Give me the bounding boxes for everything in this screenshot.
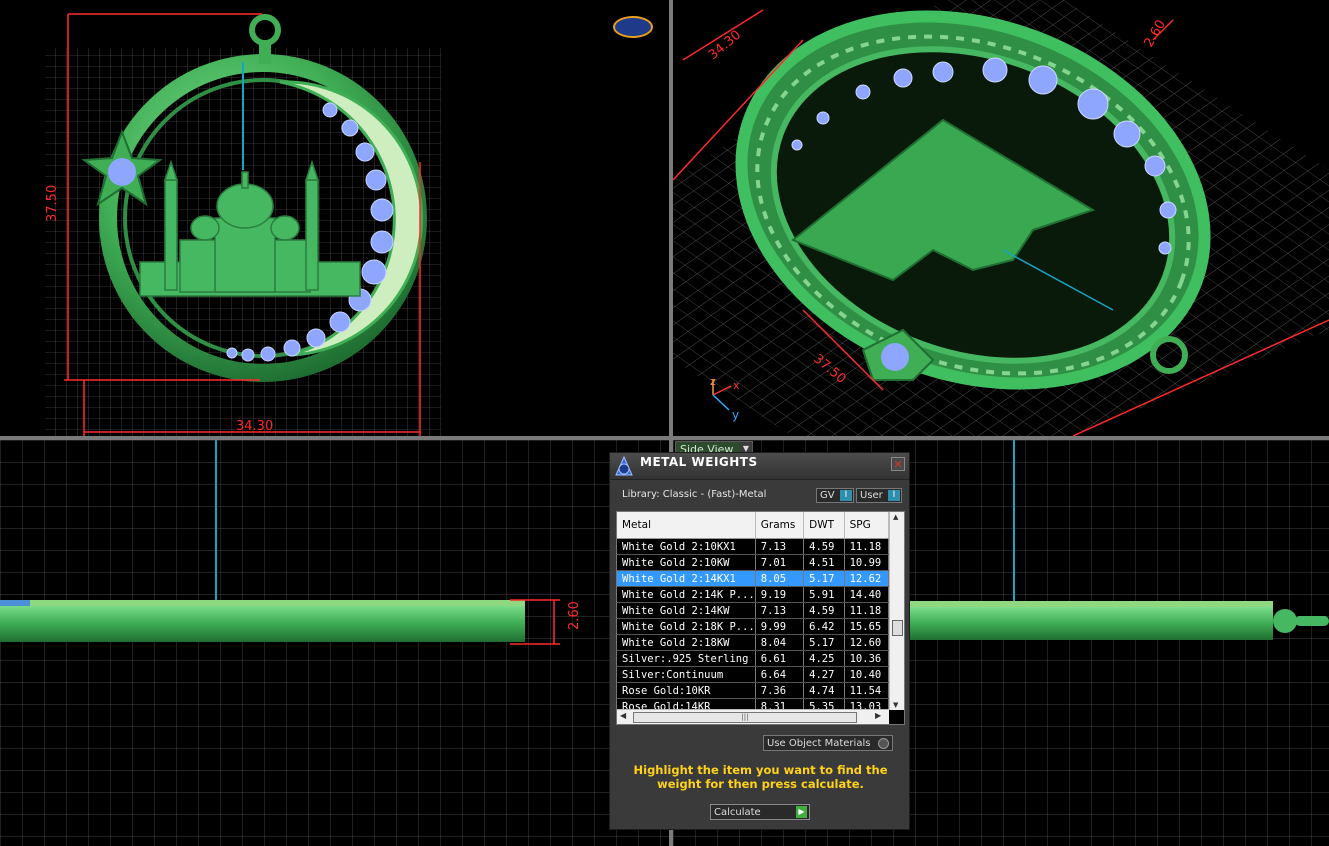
cell-spg: 10.40 (844, 666, 890, 683)
cell-grams: 6.61 (755, 650, 805, 667)
cell-grams: 8.04 (755, 634, 805, 651)
scroll-up-icon[interactable]: ▲ (893, 513, 898, 521)
cell-metal: Silver:.925 Sterling (617, 650, 756, 667)
persp-dim-c: 2.60 (1141, 17, 1168, 50)
toggle-knob-icon: I (840, 490, 852, 501)
column-header-spg[interactable]: SPG (844, 512, 890, 539)
cell-spg: 12.60 (844, 634, 890, 651)
cell-metal: White Gold 2:14KX1 (617, 570, 756, 587)
toggle-knob-icon: I (888, 490, 900, 501)
cell-spg: 10.36 (844, 650, 890, 667)
table-row[interactable]: Silver:.925 Sterling 6.61 4.25 10.36 (617, 650, 890, 667)
horizontal-scrollbar[interactable]: ◀ ||| ▶ (617, 709, 889, 724)
pendant-side-band (0, 604, 525, 642)
side-left-canvas: 2.60 (0, 440, 669, 846)
perspective-view-canvas: 34.30 37.50 2.60 z x y (673, 0, 1329, 436)
side-dim-thickness: 2.60 (567, 601, 582, 630)
cell-spg: 15.65 (844, 618, 890, 635)
cell-grams: 7.13 (755, 538, 805, 555)
table-row[interactable]: Silver:Continuum 6.64 4.27 10.40 (617, 666, 890, 683)
perspective-viewport[interactable]: 34.30 37.50 2.60 z x y (673, 0, 1329, 436)
cell-spg: 12.62 (844, 570, 890, 587)
cell-metal: White Gold 2:18KW (617, 634, 756, 651)
cell-grams: 9.19 (755, 586, 805, 603)
front-view-canvas: 37.50 34.30 (45, 13, 441, 436)
cell-grams: 6.64 (755, 666, 805, 683)
panel-header[interactable]: METAL WEIGHTS ✕ (610, 453, 909, 480)
cell-grams: 9.99 (755, 618, 805, 635)
cell-dwt: 4.74 (803, 682, 845, 699)
table-row[interactable]: White Gold 2:14KX1 8.05 5.17 12.62 (617, 570, 890, 587)
pendant-side-band-right (903, 606, 1273, 640)
cell-grams: 8.05 (755, 570, 805, 587)
front-viewport[interactable]: 37.50 34.30 (0, 0, 669, 436)
radio-icon[interactable] (878, 738, 889, 749)
cell-dwt: 5.17 (803, 570, 845, 587)
front-dim-width: 34.30 (236, 419, 273, 434)
viewport-divider-horizontal[interactable] (0, 436, 1329, 440)
metal-table-container: Metal Grams DWT SPG White Gold 2:10KX1 7.… (616, 511, 905, 725)
cell-dwt: 4.27 (803, 666, 845, 683)
gv-toggle[interactable]: GV I (816, 488, 854, 503)
cell-grams: 7.13 (755, 602, 805, 619)
cell-dwt: 6.42 (803, 618, 845, 635)
scroll-left-icon[interactable]: ◀ (620, 711, 626, 720)
cell-metal: Silver:Continuum (617, 666, 756, 683)
table-row[interactable]: White Gold 2:18K P... 9.99 6.42 15.65 (617, 618, 890, 635)
pendant-bail (249, 14, 281, 46)
user-toggle[interactable]: User I (856, 488, 902, 503)
play-icon: ▶ (796, 806, 807, 818)
cell-dwt: 5.17 (803, 634, 845, 651)
app-logo-icon (615, 455, 633, 476)
cell-spg: 11.18 (844, 538, 890, 555)
cell-grams: 7.01 (755, 554, 805, 571)
cell-grams: 7.36 (755, 682, 805, 699)
cell-spg: 10.99 (844, 554, 890, 571)
table-row[interactable]: White Gold 2:10KX1 7.13 4.59 11.18 (617, 538, 890, 555)
viewcube-icon[interactable] (613, 16, 653, 38)
metal-weights-panel: METAL WEIGHTS ✕ Library: Classic - (Fast… (609, 452, 910, 830)
library-label: Library: Classic - (Fast)-Metal (622, 489, 767, 500)
vertical-scrollbar[interactable]: ▲ ▼ (889, 512, 904, 710)
front-dim-height: 37.50 (45, 185, 60, 222)
cell-metal: White Gold 2:10KW (617, 554, 756, 571)
cell-dwt: 4.59 (803, 538, 845, 555)
cell-dwt: 5.91 (803, 586, 845, 603)
calculate-button[interactable]: Calculate ▶ (710, 804, 810, 820)
close-button[interactable]: ✕ (891, 457, 905, 471)
cell-dwt: 4.25 (803, 650, 845, 667)
cell-spg: 11.54 (844, 682, 890, 699)
table-row[interactable]: White Gold 2:10KW 7.01 4.51 10.99 (617, 554, 890, 571)
scroll-down-icon[interactable]: ▼ (893, 701, 898, 709)
cell-metal: White Gold 2:10KX1 (617, 538, 756, 555)
use-object-materials-option[interactable]: Use Object Materials (763, 735, 893, 751)
cell-metal: Rose Gold:10KR (617, 682, 756, 699)
column-header-grams[interactable]: Grams (755, 512, 805, 539)
bail-side (1273, 609, 1297, 633)
cell-metal: White Gold 2:14K P... (617, 586, 756, 603)
table-row[interactable]: Rose Gold:10KR 7.36 4.74 11.54 (617, 682, 890, 699)
cell-dwt: 4.59 (803, 602, 845, 619)
panel-title: METAL WEIGHTS (640, 455, 758, 469)
svg-text:z: z (710, 375, 716, 388)
instructions-text: Highlight the item you want to find the … (633, 763, 888, 791)
table-row[interactable]: White Gold 2:14K P... 9.19 5.91 14.40 (617, 586, 890, 603)
column-header-dwt[interactable]: DWT (803, 512, 845, 539)
cell-dwt: 4.51 (803, 554, 845, 571)
scroll-thumb-horizontal[interactable]: ||| (633, 712, 857, 723)
scroll-thumb[interactable] (892, 620, 903, 636)
cell-metal: White Gold 2:18K P... (617, 618, 756, 635)
metal-table: Metal Grams DWT SPG White Gold 2:10KX1 7.… (617, 512, 890, 715)
table-row[interactable]: White Gold 2:14KW 7.13 4.59 11.18 (617, 602, 890, 619)
cell-metal: White Gold 2:14KW (617, 602, 756, 619)
svg-text:y: y (732, 408, 739, 422)
svg-text:x: x (733, 379, 740, 392)
column-header-metal[interactable]: Metal (617, 512, 756, 539)
side-left-viewport[interactable]: 2.60 (0, 440, 669, 846)
scroll-right-icon[interactable]: ▶ (875, 711, 881, 720)
cell-spg: 11.18 (844, 602, 890, 619)
table-row[interactable]: White Gold 2:18KW 8.04 5.17 12.60 (617, 634, 890, 651)
cell-spg: 14.40 (844, 586, 890, 603)
